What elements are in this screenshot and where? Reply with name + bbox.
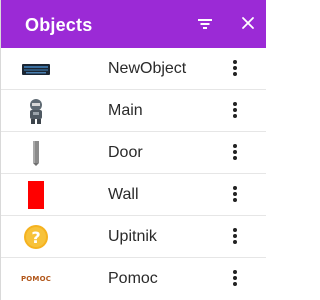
red-block-sprite-icon	[21, 180, 51, 210]
pomoc-text-sprite: POMOC	[21, 264, 51, 294]
kebab-menu-icon[interactable]	[230, 184, 240, 206]
keyboard-sprite-icon	[21, 54, 51, 84]
object-list: NewObject Main Door Wall ? Upitnik POMOC…	[1, 48, 266, 300]
object-row-newobject[interactable]: NewObject	[1, 48, 266, 90]
close-button[interactable]	[237, 12, 259, 34]
object-row-main[interactable]: Main	[1, 90, 266, 132]
kebab-menu-icon[interactable]	[230, 142, 240, 164]
kebab-menu-icon[interactable]	[230, 268, 240, 290]
object-name: Wall	[108, 186, 139, 203]
object-row-upitnik[interactable]: ? Upitnik	[1, 216, 266, 258]
object-row-wall[interactable]: Wall	[1, 174, 266, 216]
object-name: Door	[108, 144, 143, 161]
robot-sprite-icon	[21, 96, 51, 126]
panel-header: Objects	[1, 0, 266, 48]
door-sprite-icon	[21, 138, 51, 168]
filter-button[interactable]	[194, 13, 216, 35]
kebab-menu-icon[interactable]	[230, 100, 240, 122]
object-name: NewObject	[108, 60, 187, 77]
object-name: Upitnik	[108, 228, 157, 245]
svg-text:?: ?	[31, 228, 40, 247]
question-mark-sprite-icon: ?	[21, 222, 51, 252]
pomoc-sprite-text: POMOC	[20, 275, 52, 283]
objects-panel: Objects NewObject Main Door Wall ? Upitn…	[0, 0, 266, 300]
kebab-menu-icon[interactable]	[230, 226, 240, 248]
filter-icon	[198, 19, 212, 29]
panel-title: Objects	[25, 15, 93, 35]
object-name: Pomoc	[108, 270, 158, 287]
object-row-pomoc[interactable]: POMOC Pomoc	[1, 258, 266, 300]
close-icon	[242, 17, 254, 29]
object-name: Main	[108, 102, 143, 119]
object-row-door[interactable]: Door	[1, 132, 266, 174]
kebab-menu-icon[interactable]	[230, 58, 240, 80]
